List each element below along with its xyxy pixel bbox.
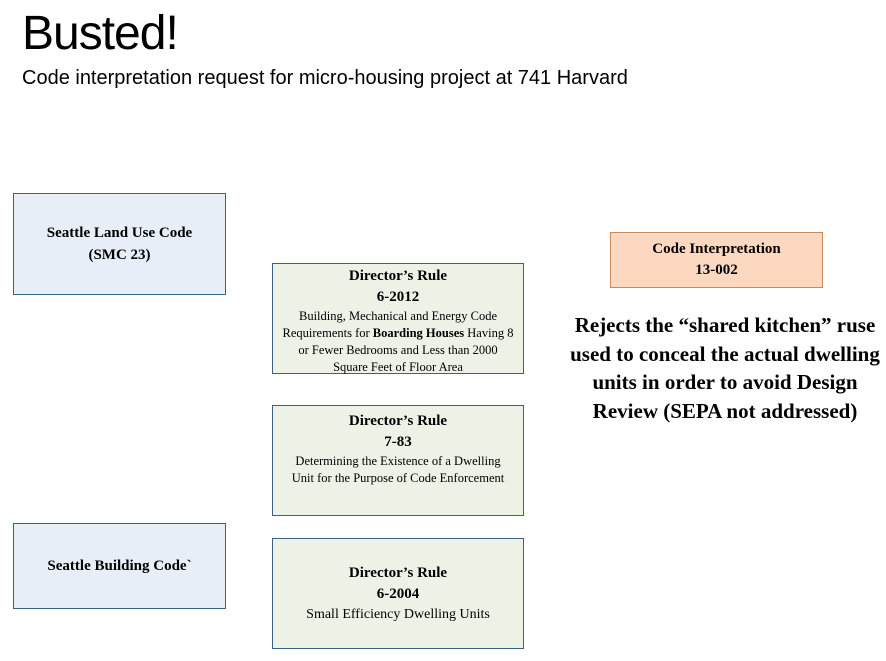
land-use-code-box: Seattle Land Use Code (SMC 23) <box>13 193 226 295</box>
land-use-code-title: Seattle Land Use Code <box>46 225 193 241</box>
directors-rule-heading: Director’s Rule <box>348 268 448 284</box>
directors-rule-6-2004-box: Director’s Rule 6-2004 Small Efficiency … <box>272 538 524 649</box>
page-subtitle: Code interpretation request for micro-ho… <box>22 67 628 89</box>
directors-rule-number: 6-2004 <box>376 585 420 602</box>
page-title: Busted! <box>22 7 179 60</box>
directors-rule-description: Determining the Existence of a Dwelling … <box>291 454 505 485</box>
land-use-code-number: (SMC 23) <box>88 247 151 263</box>
code-interpretation-title: Code Interpretation <box>652 241 781 257</box>
code-interpretation-box: Code Interpretation 13-002 <box>610 232 823 288</box>
directors-rule-description: Small Efficiency Dwelling Units <box>306 606 490 622</box>
directors-rule-number: 7-83 <box>384 434 412 450</box>
directors-rule-7-83-box: Director’s Rule 7-83 Determining the Exi… <box>272 405 524 516</box>
directors-rule-number: 6-2012 <box>376 289 420 305</box>
building-code-box: Seattle Building Code` <box>13 523 226 609</box>
directors-rule-heading: Director’s Rule <box>348 413 448 429</box>
directors-rule-6-2012-box: Director’s Rule 6-2012 Building, Mechani… <box>272 263 524 374</box>
directors-rule-heading: Director’s Rule <box>348 564 448 581</box>
building-code-title: Seattle Building Code` <box>47 558 192 574</box>
directors-rule-description: Building, Mechanical and Energy Code Req… <box>273 308 523 376</box>
code-interpretation-number: 13-002 <box>695 262 738 278</box>
interpretation-statement: Rejects the “shared kitchen” ruse used t… <box>570 313 880 423</box>
description-bold-text: Boarding Houses <box>372 326 465 340</box>
